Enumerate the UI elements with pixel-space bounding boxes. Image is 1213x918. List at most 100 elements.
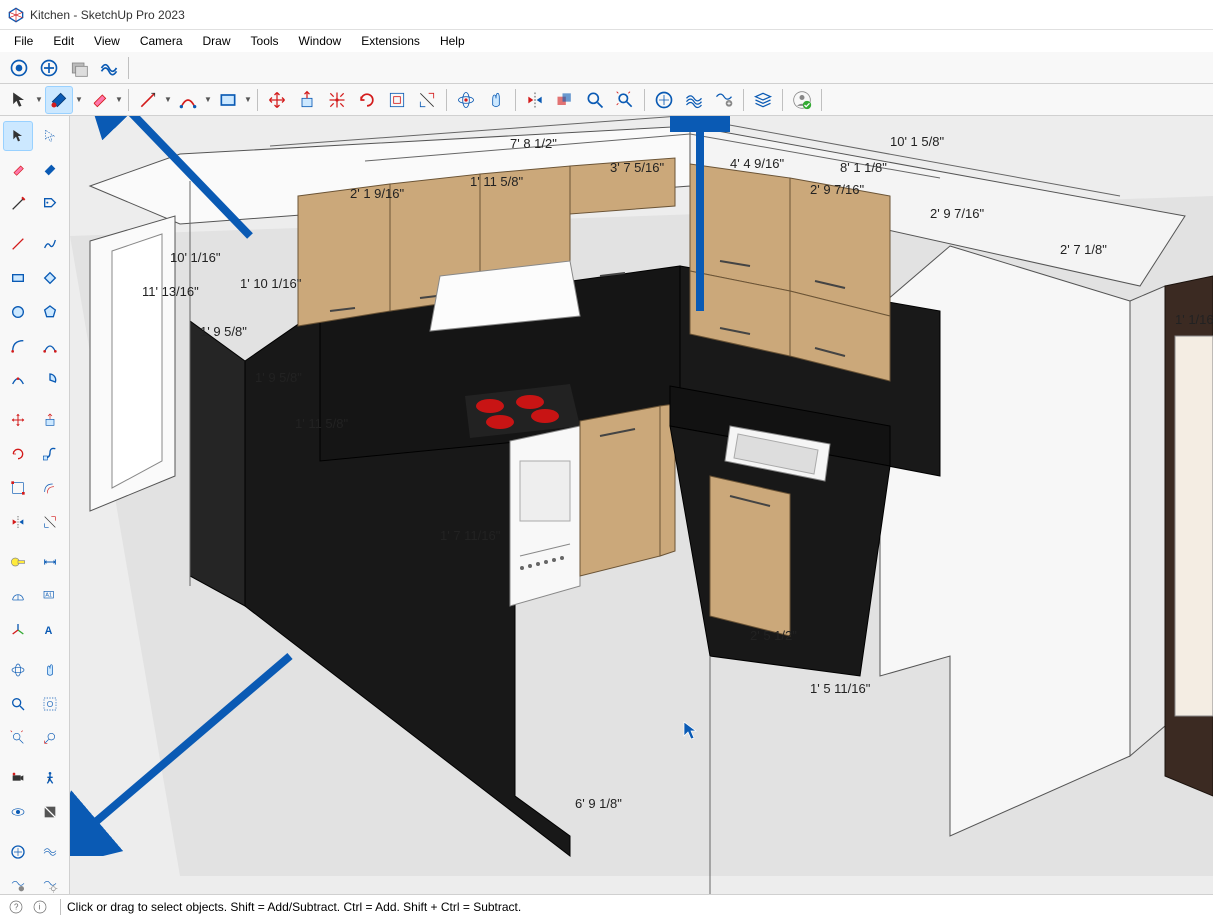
select-dropdown-icon[interactable]: ▼	[34, 95, 44, 104]
toolbar-separator	[446, 89, 447, 111]
menu-edit[interactable]: Edit	[43, 32, 84, 50]
eraser-dropdown-icon[interactable]: ▼	[114, 95, 124, 104]
tape-tool-icon[interactable]	[413, 86, 441, 114]
eraser-tool-icon[interactable]	[85, 86, 113, 114]
toolbar-row-1	[0, 52, 1213, 84]
arc2-icon[interactable]	[35, 331, 65, 361]
line-tool-icon[interactable]	[134, 86, 162, 114]
rectangle-dropdown-icon[interactable]: ▼	[243, 95, 253, 104]
dimension-tool-icon[interactable]	[35, 507, 65, 537]
select-tool-icon[interactable]	[5, 86, 33, 114]
position-camera-icon[interactable]	[3, 763, 33, 793]
app-logo-icon	[8, 7, 24, 23]
paint-dropdown-icon[interactable]: ▼	[74, 95, 84, 104]
warehouse-icon[interactable]	[650, 86, 678, 114]
menu-camera[interactable]: Camera	[130, 32, 193, 50]
orbit-icon[interactable]	[3, 655, 33, 685]
menu-file[interactable]: File	[4, 32, 43, 50]
line-dropdown-icon[interactable]: ▼	[163, 95, 173, 104]
rotate-icon[interactable]	[3, 439, 33, 469]
zoom-window-icon[interactable]	[35, 689, 65, 719]
toolbar-separator	[743, 89, 744, 111]
toolbar-separator	[128, 89, 129, 111]
lasso-icon[interactable]	[35, 121, 65, 151]
eraser-icon[interactable]	[3, 155, 33, 185]
component-options-icon[interactable]	[65, 54, 93, 82]
arc-dropdown-icon[interactable]: ▼	[203, 95, 213, 104]
toolbar-row-2: ▼ ▼ ▼ ▼ ▼ ▼	[0, 84, 1213, 116]
solid-tools-icon[interactable]	[551, 86, 579, 114]
window-title: Kitchen - SketchUp Pro 2023	[30, 8, 185, 22]
tag-icon[interactable]	[35, 189, 65, 219]
flip-icon[interactable]	[3, 507, 33, 537]
viewport-3d[interactable]: 7' 8 1/2" 10' 1 5/8" 3' 7 5/16" 4' 4 9/1…	[70, 116, 1213, 894]
pushpull-icon[interactable]	[35, 405, 65, 435]
scale-icon[interactable]	[3, 473, 33, 503]
text-icon[interactable]: A1	[35, 581, 65, 611]
rectangle-tool-icon[interactable]	[214, 86, 242, 114]
zoom-icon[interactable]	[3, 689, 33, 719]
status-text: Click or drag to select objects. Shift =…	[67, 900, 521, 914]
tape-icon[interactable]	[3, 547, 33, 577]
zoom-tool-icon[interactable]	[581, 86, 609, 114]
select-icon[interactable]	[3, 121, 33, 151]
extension-warehouse-icon[interactable]	[680, 86, 708, 114]
flip-tool-icon[interactable]	[521, 86, 549, 114]
ext-warehouse2-icon[interactable]	[35, 837, 65, 867]
axes-icon[interactable]	[3, 615, 33, 645]
offset-tool-icon[interactable]	[383, 86, 411, 114]
menu-draw[interactable]: Draw	[193, 32, 241, 50]
zoom-extents2-icon[interactable]	[3, 723, 33, 753]
pencil-icon[interactable]	[3, 189, 33, 219]
arc3-icon[interactable]	[3, 365, 33, 395]
move-tool-icon[interactable]	[263, 86, 291, 114]
orbit-tool-icon[interactable]	[452, 86, 480, 114]
arc-icon[interactable]	[3, 331, 33, 361]
menu-tools[interactable]: Tools	[241, 32, 289, 50]
polygon-icon[interactable]	[35, 297, 65, 327]
rotate-tool-icon[interactable]	[353, 86, 381, 114]
move-icon[interactable]	[3, 405, 33, 435]
toolbar-separator	[515, 89, 516, 111]
info-icon[interactable]: i	[30, 897, 50, 917]
prev-view-icon[interactable]	[35, 723, 65, 753]
walk-icon[interactable]	[35, 763, 65, 793]
warehouse2-icon[interactable]	[3, 837, 33, 867]
dimension-icon[interactable]	[35, 547, 65, 577]
scale-tool-icon[interactable]	[323, 86, 351, 114]
generate-report-icon[interactable]	[95, 54, 123, 82]
line-icon[interactable]	[3, 229, 33, 259]
cursor-icon	[682, 720, 698, 743]
layers-icon[interactable]	[749, 86, 777, 114]
zoom-extents-icon[interactable]	[611, 86, 639, 114]
extension-manager-icon[interactable]	[710, 86, 738, 114]
3dtext-icon[interactable]: A	[35, 615, 65, 645]
menu-extensions[interactable]: Extensions	[351, 32, 430, 50]
pan-tool-icon[interactable]	[482, 86, 510, 114]
pushpull-tool-icon[interactable]	[293, 86, 321, 114]
rotated-rect-icon[interactable]	[35, 263, 65, 293]
section-icon[interactable]	[35, 797, 65, 827]
rectangle-icon[interactable]	[3, 263, 33, 293]
pan-icon[interactable]	[35, 655, 65, 685]
protractor-icon[interactable]	[3, 581, 33, 611]
look-icon[interactable]	[3, 797, 33, 827]
menu-view[interactable]: View	[84, 32, 130, 50]
toolbar-separator	[257, 89, 258, 111]
arc-tool-icon[interactable]	[174, 86, 202, 114]
scene-svg	[70, 116, 1213, 894]
circle-icon[interactable]	[3, 297, 33, 327]
svg-text:A: A	[45, 625, 53, 637]
menu-window[interactable]: Window	[289, 32, 352, 50]
help-icon[interactable]: ?	[6, 897, 26, 917]
trimble-save-icon[interactable]	[35, 54, 63, 82]
menu-help[interactable]: Help	[430, 32, 475, 50]
user-account-icon[interactable]	[788, 86, 816, 114]
offset-icon[interactable]	[35, 473, 65, 503]
trimble-open-icon[interactable]	[5, 54, 33, 82]
followme-icon[interactable]	[35, 439, 65, 469]
paint-tool-icon[interactable]	[45, 86, 73, 114]
freehand-icon[interactable]	[35, 229, 65, 259]
pie-icon[interactable]	[35, 365, 65, 395]
paint-icon[interactable]	[35, 155, 65, 185]
